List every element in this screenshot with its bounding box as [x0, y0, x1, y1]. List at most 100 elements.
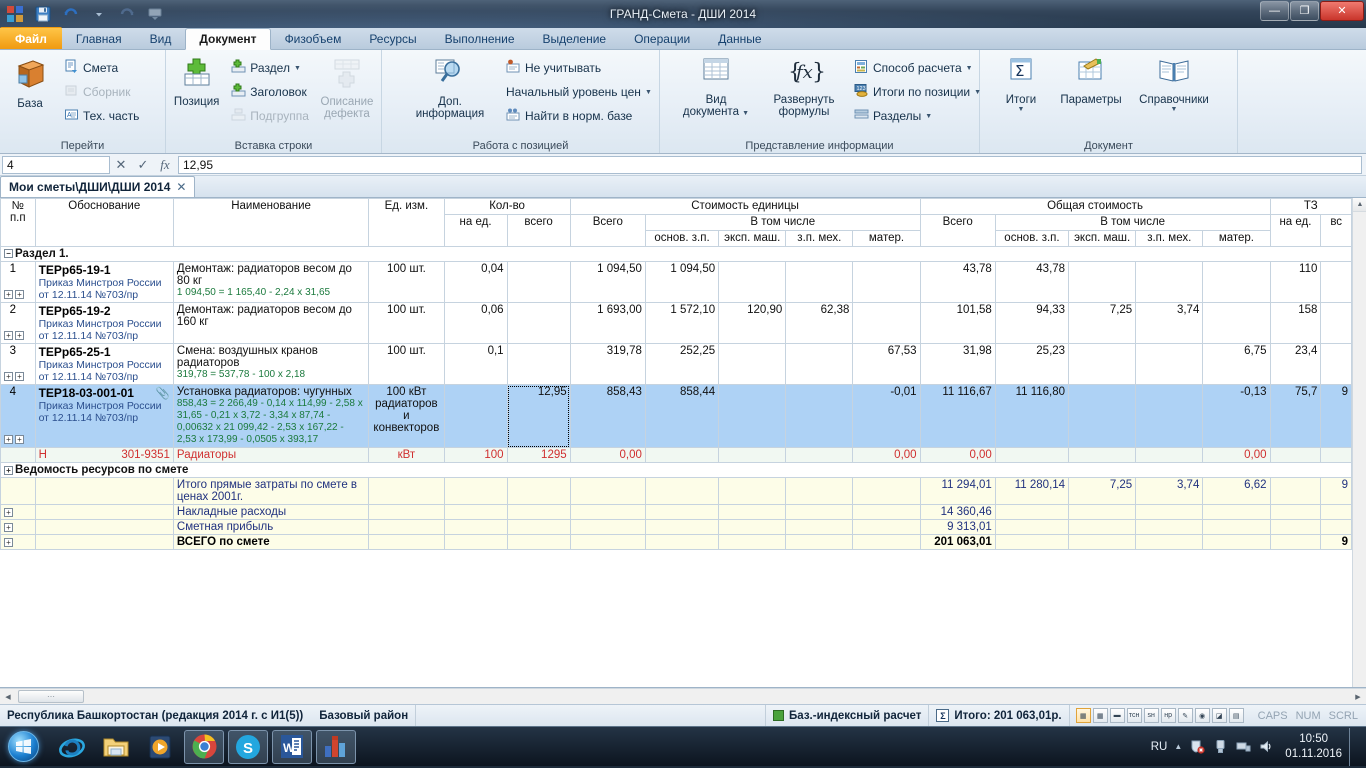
- minimize-button[interactable]: —: [1260, 1, 1289, 21]
- row-qty-total[interactable]: [506, 343, 571, 386]
- cancel-edit-icon[interactable]: ✕: [110, 156, 132, 174]
- total-row[interactable]: + Сметная прибыль 9 313,01: [0, 519, 1352, 536]
- expand-icon[interactable]: +: [4, 522, 13, 532]
- resource-unit-wages[interactable]: [644, 447, 720, 464]
- usb-icon[interactable]: [1212, 739, 1228, 755]
- row-justification[interactable]: 2 ТЕРр65-19-2 Приказ Минстроя России от …: [10, 302, 174, 345]
- col-total-cost-including[interactable]: В том числе: [994, 214, 1271, 231]
- add-header-button[interactable]: Заголовок: [227, 81, 313, 103]
- table-row[interactable]: + + 3 ТЕРр65-25-1 Приказ Минстроя России …: [0, 343, 1352, 386]
- scroll-left-icon[interactable]: ◀: [0, 689, 16, 704]
- col-total-machines[interactable]: эксп. маш.: [1068, 230, 1137, 247]
- row-total-total[interactable]: 101,58: [919, 302, 996, 345]
- skype-icon[interactable]: S: [228, 729, 268, 764]
- col-tz-total[interactable]: вс: [1320, 214, 1352, 247]
- expand-icon[interactable]: +: [15, 435, 24, 445]
- expand-icon[interactable]: +: [4, 435, 13, 445]
- grid-yellow-icon[interactable]: ▦: [1075, 708, 1091, 723]
- row-total-materials[interactable]: [1202, 302, 1271, 345]
- name-box-input[interactable]: 4: [2, 155, 110, 174]
- row-unit-total[interactable]: 319,78: [569, 343, 646, 386]
- row-total-mech-wages[interactable]: [1135, 260, 1204, 304]
- attachment-icon[interactable]: 📎: [156, 386, 170, 400]
- row-qty-per[interactable]: 0,04: [443, 260, 508, 304]
- row-unit-materials[interactable]: -0,01: [852, 384, 921, 449]
- row-unit-wages[interactable]: 858,44: [644, 384, 720, 449]
- row-unit[interactable]: 100 шт.: [368, 302, 445, 345]
- formula-input[interactable]: 12,95: [178, 155, 1362, 174]
- col-number[interactable]: № п.п: [0, 198, 36, 247]
- expand-icon[interactable]: +: [4, 537, 13, 547]
- table-row[interactable]: + + 2 ТЕРр65-19-2 Приказ Минстроя России …: [0, 302, 1352, 345]
- total-expander-cell[interactable]: +: [0, 534, 36, 551]
- language-indicator[interactable]: RU: [1151, 741, 1168, 753]
- col-justification[interactable]: Обоснование: [34, 198, 174, 247]
- table-row[interactable]: + + 1 ТЕРр65-19-1 Приказ Минстроя России …: [0, 260, 1352, 304]
- col-unit-machines[interactable]: эксп. маш.: [718, 230, 787, 247]
- resources-section-cell[interactable]: + Ведомость ресурсов по смете: [0, 462, 1352, 479]
- add-section-button[interactable]: Раздел ▼: [227, 57, 313, 79]
- chevron-down-icon[interactable]: ▼: [1171, 106, 1178, 114]
- row-qty-per[interactable]: 0,1: [443, 343, 508, 386]
- row-name[interactable]: Смена: воздушных кранов радиаторов 319,7…: [172, 343, 370, 386]
- row-qty-total[interactable]: [506, 302, 571, 345]
- row-total-wages[interactable]: 25,23: [994, 343, 1070, 386]
- calc-method-button[interactable]: Способ расчета ▼: [850, 57, 985, 79]
- row-unit-materials[interactable]: 67,53: [852, 343, 921, 386]
- row-unit-machines[interactable]: [718, 260, 787, 304]
- ribbon-tab-strip[interactable]: Файл Главная Вид Документ Физобъем Ресур…: [0, 27, 1366, 50]
- collapse-icon[interactable]: −: [4, 249, 13, 259]
- row-unit-materials[interactable]: [852, 260, 921, 304]
- grand-total-row[interactable]: + ВСЕГО по смете 201 063,01 9: [0, 534, 1352, 551]
- expand-icon[interactable]: +: [15, 289, 24, 299]
- resource-qty-per[interactable]: 100: [443, 447, 508, 464]
- tab-selection[interactable]: Выделение: [529, 27, 621, 49]
- accept-edit-icon[interactable]: ✓: [132, 156, 154, 174]
- total-expander-cell[interactable]: +: [0, 519, 36, 536]
- row-unit-total[interactable]: 1 693,00: [569, 302, 646, 345]
- row-name[interactable]: Демонтаж: радиаторов весом до 80 кг 1 09…: [172, 260, 370, 304]
- row-total-wages[interactable]: 43,78: [994, 260, 1070, 304]
- coins-icon[interactable]: ◉: [1194, 708, 1210, 723]
- chevron-down-icon[interactable]: ▼: [645, 89, 652, 96]
- maximize-button[interactable]: ❐: [1290, 1, 1319, 21]
- flag-icon[interactable]: ▬: [1109, 708, 1125, 723]
- chart-icon[interactable]: ◪: [1211, 708, 1227, 723]
- col-group-unit-cost[interactable]: Стоимость единицы: [569, 198, 921, 215]
- scroll-thumb[interactable]: ⋯: [18, 690, 84, 703]
- vertical-scrollbar[interactable]: ▲: [1352, 198, 1366, 687]
- resource-code-cell[interactable]: Н 301-9351: [34, 447, 174, 464]
- total-row[interactable]: + Накладные расходы 14 360,46: [0, 504, 1352, 521]
- network-icon[interactable]: [1235, 739, 1251, 755]
- row-unit-machines[interactable]: [718, 384, 787, 449]
- scroll-right-icon[interactable]: ▶: [1350, 689, 1366, 704]
- row-unit-machines[interactable]: [718, 343, 787, 386]
- clock[interactable]: 10:50 01.11.2016: [1281, 732, 1342, 761]
- expand-icon[interactable]: +: [4, 507, 13, 517]
- row-unit-mech-wages[interactable]: 62,38: [785, 302, 854, 345]
- base-button[interactable]: База: [4, 55, 56, 112]
- row-unit-total[interactable]: 858,43: [569, 384, 646, 449]
- col-group-quantity[interactable]: Кол-во: [443, 198, 571, 215]
- explorer-icon[interactable]: [96, 730, 136, 764]
- tab-physvolume[interactable]: Физобъем: [271, 27, 356, 49]
- col-qty-total[interactable]: всего: [506, 214, 571, 247]
- resource-tz-per[interactable]: [1269, 447, 1322, 464]
- table-row-selected[interactable]: + + 4 ТЕР18-03-001-01 📎 Приказ Минстроя Р…: [0, 384, 1352, 449]
- tab-operations[interactable]: Операции: [620, 27, 704, 49]
- techpart-button[interactable]: A Тех. часть: [60, 105, 143, 127]
- row-unit[interactable]: 100 кВт радиаторов и конвекторов: [368, 384, 445, 449]
- row-total-wages[interactable]: 11 116,80: [994, 384, 1070, 449]
- row-unit[interactable]: 100 шт.: [368, 260, 445, 304]
- position-totals-button[interactable]: 123 Итоги по позиции ▼: [850, 81, 985, 103]
- status-indicator-icons[interactable]: ▦ ▦ ▬ тсн ѕн нр ✎ ◉ ◪ ▤: [1070, 708, 1250, 723]
- resource-total-machines[interactable]: [1068, 447, 1137, 464]
- row-tz-per[interactable]: 110: [1269, 260, 1322, 304]
- status-total[interactable]: Σ Итого: 201 063,01р.: [929, 705, 1070, 726]
- tsn-icon[interactable]: тсн: [1126, 708, 1142, 723]
- total-expander-cell[interactable]: [0, 477, 36, 506]
- row-unit-mech-wages[interactable]: [785, 343, 854, 386]
- resource-unit-mech-wages[interactable]: [785, 447, 854, 464]
- expand-icon[interactable]: +: [15, 372, 24, 382]
- total-expander-cell[interactable]: +: [0, 504, 36, 521]
